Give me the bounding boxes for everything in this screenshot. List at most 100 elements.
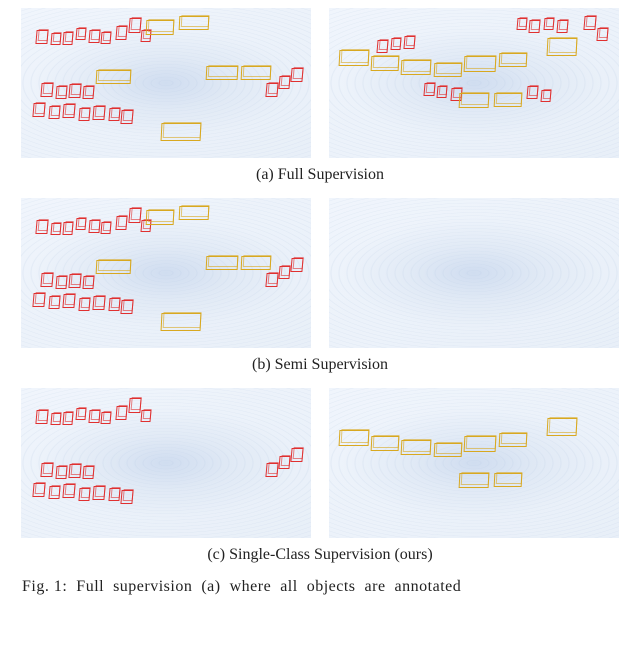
bbox-pedestrian [128,208,141,223]
bbox-pedestrian [62,104,75,118]
caption-b: (b) Semi Supervision [18,356,622,374]
bbox-vehicle [96,260,132,274]
bbox-pedestrian [50,413,61,425]
lidar-background [329,388,619,538]
bbox-vehicle [401,60,432,75]
bbox-vehicle [371,56,400,71]
bbox-pedestrian [75,218,86,230]
bbox-vehicle [464,56,497,72]
bbox-pedestrian [583,16,596,30]
bbox-pedestrian [120,300,133,314]
bbox-pedestrian [78,108,90,121]
bbox-vehicle [96,70,132,84]
bbox-pedestrian [543,18,554,30]
bbox-pedestrian [78,298,90,311]
bbox-pedestrian [75,408,86,420]
bbox-pedestrian [40,463,53,477]
bbox-vehicle [206,66,239,80]
bbox-pedestrian [540,90,551,102]
bbox-vehicle [241,256,272,270]
bbox-vehicle [494,93,523,107]
bbox-pedestrian [115,216,127,230]
bbox-pedestrian [40,273,53,287]
bbox-pedestrian [556,20,568,33]
bbox-pedestrian [82,276,94,289]
bbox-vehicle [339,430,370,446]
bbox-pedestrian [32,293,45,307]
caption-a: (a) Full Supervision [18,166,622,184]
bbox-pedestrian [55,276,67,289]
bbox-pedestrian [100,222,111,234]
bbox-vehicle [401,440,432,455]
panel-b-right [329,198,619,348]
lidar-background [329,8,619,158]
figure-caption: Fig. 1: Full supervision (a) where all o… [18,578,622,596]
bbox-pedestrian [62,294,75,308]
bbox-pedestrian [403,36,415,49]
bbox-pedestrian [278,266,290,279]
panel-c-right [329,388,619,538]
bbox-pedestrian [140,410,151,422]
bbox-vehicle [459,93,490,108]
row-single-class-supervision [18,388,622,538]
bbox-pedestrian [278,76,290,89]
panel-a-left [21,8,311,158]
bbox-pedestrian [108,488,120,501]
bbox-pedestrian [62,222,73,235]
bbox-pedestrian [75,28,86,40]
bbox-vehicle [146,210,175,225]
bbox-pedestrian [68,464,81,478]
bbox-pedestrian [120,490,133,504]
caption-c: (c) Single-Class Supervision (ours) [18,546,622,564]
bbox-pedestrian [62,484,75,498]
bbox-pedestrian [528,20,540,33]
bbox-pedestrian [436,86,447,98]
bbox-pedestrian [120,110,133,124]
bbox-pedestrian [48,296,60,309]
bbox-pedestrian [48,106,60,119]
bbox-vehicle [179,16,210,30]
bbox-pedestrian [35,220,48,234]
bbox-pedestrian [35,410,48,424]
bbox-pedestrian [88,220,100,233]
bbox-vehicle [434,63,463,77]
row-full-supervision [18,8,622,158]
bbox-pedestrian [265,463,278,477]
bbox-vehicle [339,50,370,66]
bbox-pedestrian [40,83,53,97]
bbox-pedestrian [278,456,290,469]
panel-c-left [21,388,311,538]
bbox-pedestrian [92,106,105,120]
bbox-pedestrian [128,398,141,413]
bbox-vehicle [494,473,523,487]
bbox-vehicle [146,20,175,35]
bbox-pedestrian [290,448,303,462]
bbox-pedestrian [92,486,105,500]
bbox-pedestrian [100,32,111,44]
bbox-pedestrian [35,30,48,44]
bbox-pedestrian [596,28,608,41]
bbox-vehicle [499,433,528,447]
bbox-pedestrian [265,273,278,287]
bbox-vehicle [547,38,578,56]
bbox-pedestrian [423,83,435,96]
bbox-pedestrian [115,406,127,420]
bbox-vehicle [179,206,210,220]
panel-a-right [329,8,619,158]
bbox-pedestrian [290,258,303,272]
bbox-vehicle [464,436,497,452]
bbox-pedestrian [32,103,45,117]
bbox-vehicle [434,443,463,457]
bbox-pedestrian [88,30,100,43]
bbox-pedestrian [108,108,120,121]
bbox-pedestrian [55,86,67,99]
bbox-vehicle [371,436,400,451]
bbox-pedestrian [290,68,303,82]
bbox-pedestrian [68,84,81,98]
bbox-vehicle [241,66,272,80]
bbox-pedestrian [78,488,90,501]
bbox-pedestrian [50,223,61,235]
bbox-vehicle [499,53,528,67]
bbox-pedestrian [32,483,45,497]
bbox-pedestrian [390,38,401,50]
